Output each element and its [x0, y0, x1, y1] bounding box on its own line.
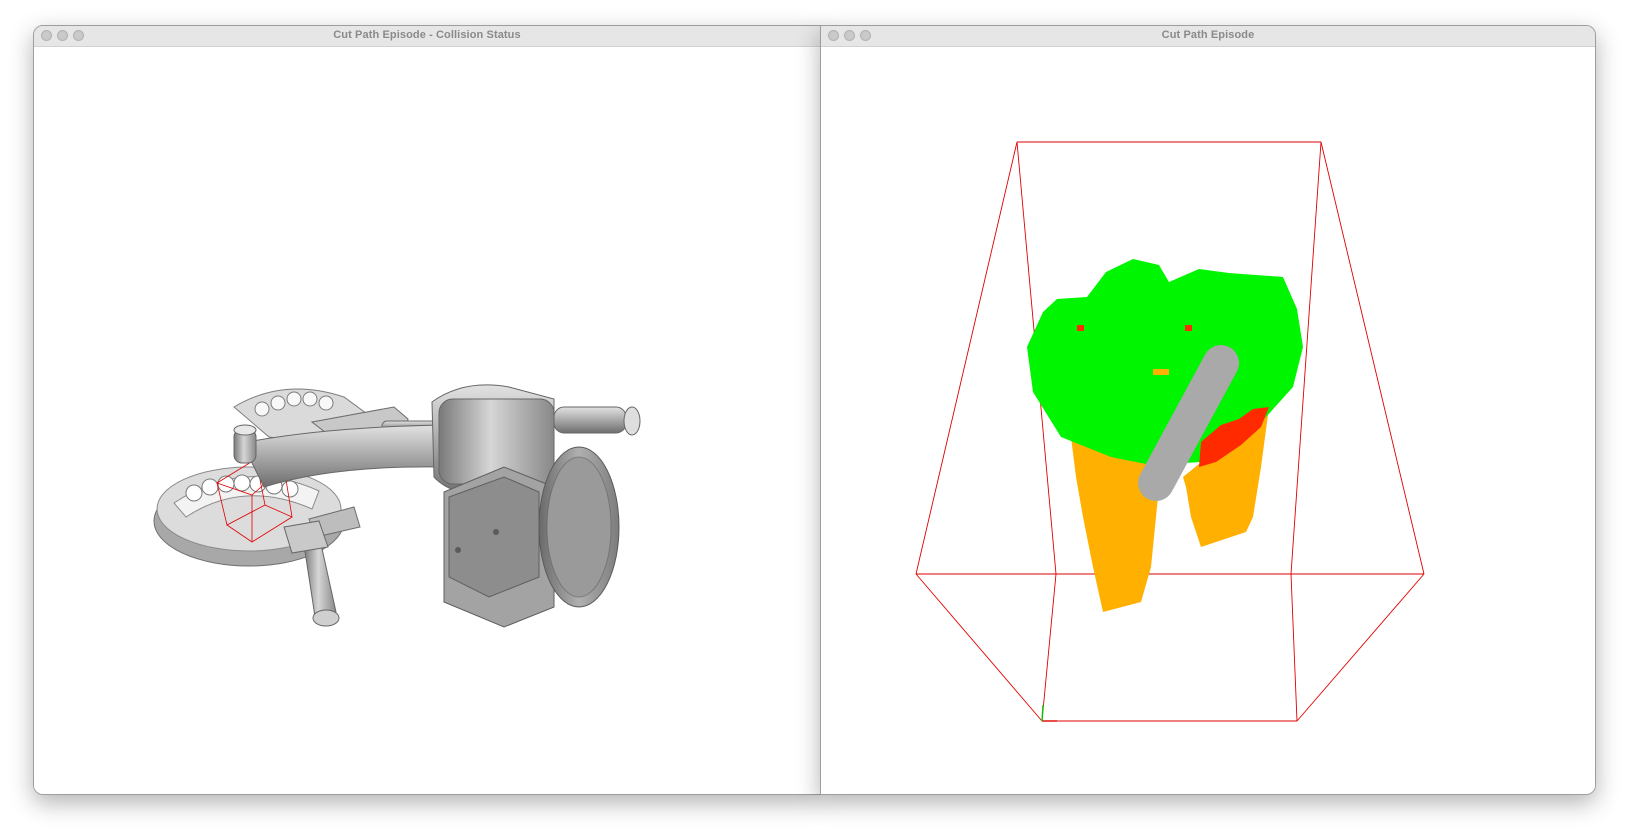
- zoom-button[interactable]: [860, 30, 871, 41]
- collision-status-window: Cut Path Episode - Collision Status: [33, 25, 821, 795]
- window-title: Cut Path Episode: [1161, 29, 1255, 41]
- 3d-viewport-cut-path[interactable]: [821, 47, 1595, 794]
- axis-gizmo: [1041, 704, 1057, 722]
- small-cut-marker: [1153, 369, 1169, 375]
- close-button[interactable]: [41, 30, 52, 41]
- minimize-button[interactable]: [844, 30, 855, 41]
- minimize-button[interactable]: [57, 30, 68, 41]
- title-bar[interactable]: Cut Path Episode - Collision Status: [34, 26, 820, 47]
- 3d-viewport-collision[interactable]: [34, 47, 820, 794]
- title-bar[interactable]: Cut Path Episode: [821, 26, 1595, 47]
- cut-path-window: Cut Path Episode: [820, 25, 1596, 795]
- zoom-button[interactable]: [73, 30, 84, 41]
- tooth-voxel-scene: [915, 141, 1425, 722]
- window-title: Cut Path Episode - Collision Status: [333, 29, 521, 41]
- dental-robot-scene: [153, 384, 641, 628]
- close-button[interactable]: [828, 30, 839, 41]
